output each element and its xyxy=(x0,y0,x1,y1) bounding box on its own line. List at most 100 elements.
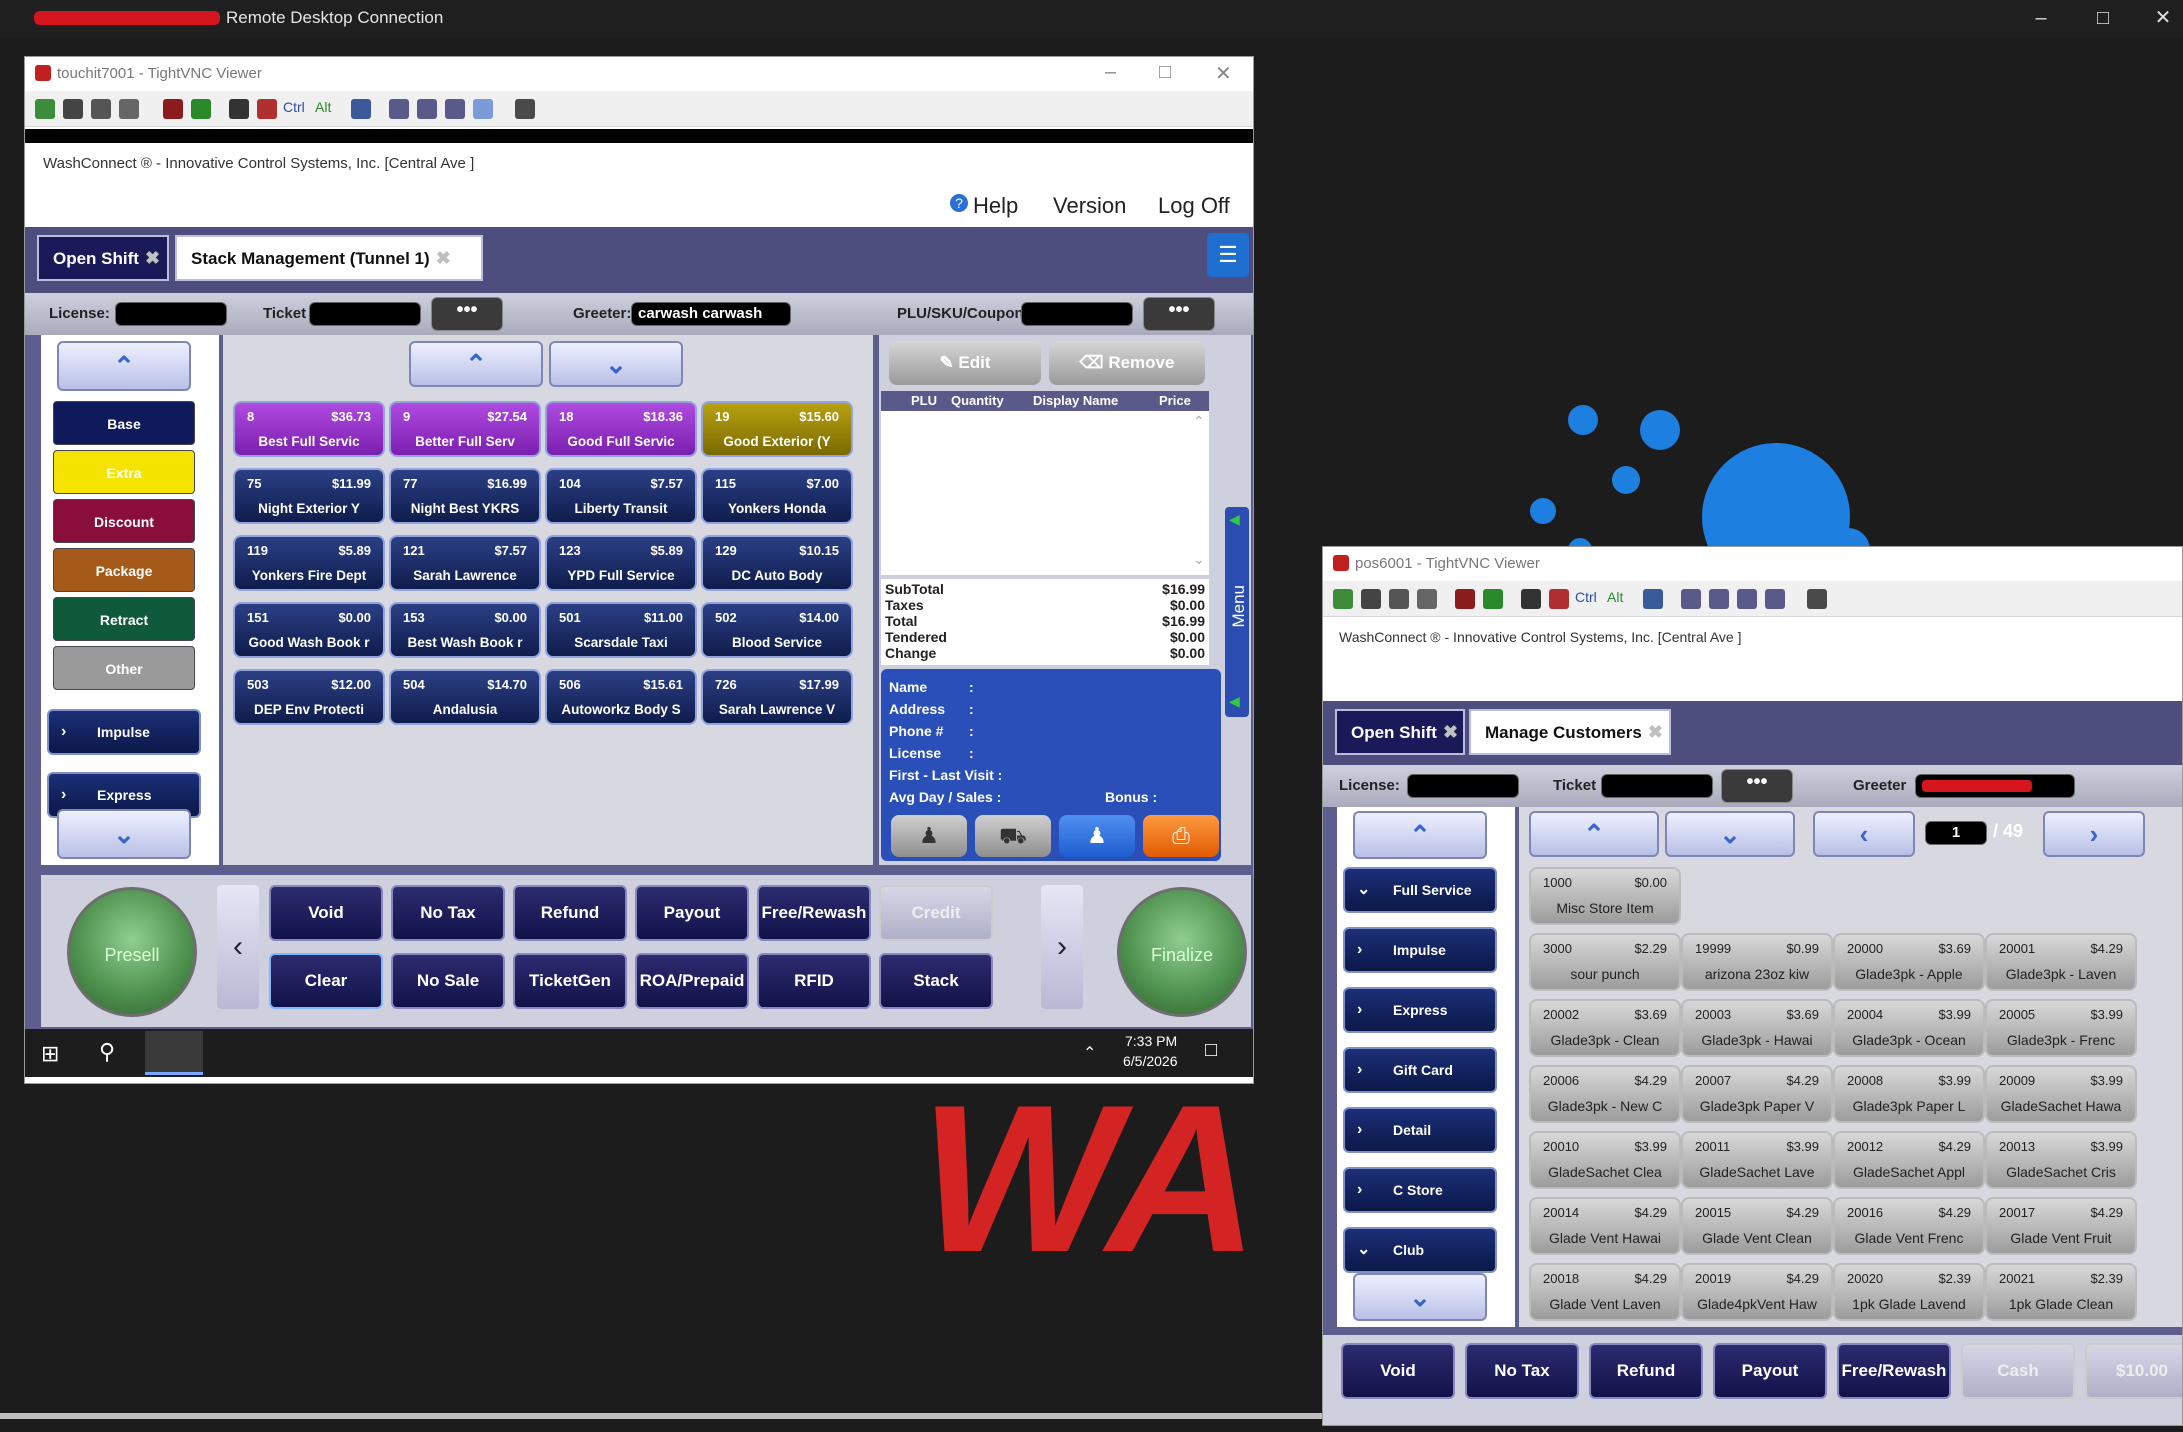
new-connection-icon[interactable] xyxy=(35,99,55,119)
version-link[interactable]: Version xyxy=(1053,193,1126,219)
plu-lookup-button[interactable]: ••• xyxy=(1143,297,1215,331)
vehicle-icon[interactable]: ⛟ xyxy=(975,815,1051,857)
category-express[interactable]: › Express xyxy=(1343,987,1497,1033)
product-button[interactable]: 20018 $4.29 Glade Vent Laven xyxy=(1529,1263,1681,1321)
credit-button[interactable]: Credit xyxy=(879,885,993,941)
category-c-store[interactable]: › C Store xyxy=(1343,1167,1497,1213)
ticket-lookup-button[interactable]: ••• xyxy=(431,297,503,331)
sale-items-grid[interactable]: ⌃ ⌄ xyxy=(881,411,1209,575)
category-club[interactable]: ⌄ Club xyxy=(1343,1227,1497,1273)
save-icon[interactable] xyxy=(1361,589,1381,609)
ticket-field[interactable] xyxy=(1601,774,1713,798)
category-other[interactable]: Other xyxy=(53,646,195,690)
new-connection-icon[interactable] xyxy=(1333,589,1353,609)
no-tax-button[interactable]: No Tax xyxy=(1465,1343,1579,1399)
maximize-icon[interactable]: □ xyxy=(2086,4,2120,32)
alt-icon[interactable]: Alt xyxy=(1607,589,1623,605)
tab-manage-customers[interactable]: Manage Customers ✖ xyxy=(1469,709,1671,755)
close-tab-icon[interactable]: ✖ xyxy=(1443,722,1458,742)
category-detail[interactable]: › Detail xyxy=(1343,1107,1497,1153)
finalize-button[interactable]: Finalize xyxy=(1117,887,1247,1017)
greeter-field[interactable] xyxy=(1915,774,2075,798)
minimize-icon[interactable]: – xyxy=(2024,4,2058,32)
payout-button[interactable]: Payout xyxy=(1713,1343,1827,1399)
info-icon[interactable] xyxy=(1417,589,1437,609)
free-rewash-button[interactable]: Free/Rewash xyxy=(1837,1343,1951,1399)
send-keys-icon[interactable] xyxy=(229,99,249,119)
ctrl-alt-del-icon[interactable] xyxy=(257,99,277,119)
edit-button[interactable]: ✎ Edit xyxy=(889,341,1041,385)
category-impulse[interactable]: › Impulse xyxy=(1343,927,1497,973)
actions-next-button[interactable]: › xyxy=(1041,885,1083,1009)
notification-icon[interactable]: □ xyxy=(1205,1039,1217,1062)
product-button[interactable]: 1000 $0.00 Misc Store Item xyxy=(1529,867,1681,925)
product-button[interactable]: 77 $16.99 Night Best YKRS xyxy=(389,468,541,524)
product-button[interactable]: 20001 $4.29 Glade3pk - Laven xyxy=(1985,933,2137,991)
greeter-field[interactable]: carwash carwash xyxy=(631,302,791,326)
product-button[interactable]: 151 $0.00 Good Wash Book r xyxy=(233,602,385,658)
free-rewash-button[interactable]: Free/Rewash xyxy=(757,885,871,941)
no-sale-button[interactable]: No Sale xyxy=(391,953,505,1009)
close-icon[interactable]: ✕ xyxy=(1215,61,1232,86)
product-button[interactable]: 20010 $3.99 GladeSachet Clea xyxy=(1529,1131,1681,1189)
start-icon[interactable]: ⊞ xyxy=(41,1041,59,1067)
hamburger-menu-icon[interactable]: ☰ xyxy=(1207,233,1249,277)
fullscreen-icon[interactable] xyxy=(1807,589,1827,609)
category-base[interactable]: Base xyxy=(53,401,195,445)
payout-button[interactable]: Payout xyxy=(635,885,749,941)
help-link[interactable]: Help xyxy=(973,193,1018,219)
product-button[interactable]: 20008 $3.99 Glade3pk Paper L xyxy=(1833,1065,1985,1123)
product-button[interactable]: 20002 $3.69 Glade3pk - Clean xyxy=(1529,999,1681,1057)
remove-button[interactable]: ⌫ Remove xyxy=(1049,341,1205,385)
product-button[interactable]: 20015 $4.29 Glade Vent Clean xyxy=(1681,1197,1833,1255)
product-button[interactable]: 20007 $4.29 Glade3pk Paper V xyxy=(1681,1065,1833,1123)
product-button[interactable]: 18 $18.36 Good Full Servic xyxy=(545,401,697,457)
fullscreen-icon[interactable] xyxy=(515,99,535,119)
minimize-icon[interactable]: – xyxy=(1105,61,1116,84)
void-button[interactable]: Void xyxy=(1341,1343,1455,1399)
product-scroll-down-button[interactable]: ⌄ xyxy=(549,341,683,387)
category-scroll-down-button[interactable]: ⌄ xyxy=(57,809,191,859)
license-field[interactable] xyxy=(115,302,227,326)
ctrl-icon[interactable]: Ctrl xyxy=(1575,589,1597,605)
stack-button[interactable]: Stack xyxy=(879,953,993,1009)
options-icon[interactable] xyxy=(1389,589,1409,609)
save-icon[interactable] xyxy=(63,99,83,119)
zoom-out-icon[interactable] xyxy=(1709,589,1729,609)
ctrl-alt-del-icon[interactable] xyxy=(1549,589,1569,609)
maximize-icon[interactable]: □ xyxy=(1159,61,1171,84)
product-button[interactable]: 19999 $0.99 arizona 23oz kiw xyxy=(1681,933,1833,991)
product-button[interactable]: 726 $17.99 Sarah Lawrence V xyxy=(701,669,853,725)
page-current[interactable]: 1 xyxy=(1925,821,1987,845)
category-gift-card[interactable]: › Gift Card xyxy=(1343,1047,1497,1093)
product-button[interactable]: 8 $36.73 Best Full Servic xyxy=(233,401,385,457)
search-icon[interactable]: ⚲ xyxy=(99,1039,115,1065)
washconnect-taskbar-icon[interactable] xyxy=(145,1031,203,1075)
product-button[interactable]: 9 $27.54 Better Full Serv xyxy=(389,401,541,457)
category-scroll-up-button[interactable]: ⌃ xyxy=(57,341,191,391)
customer-lookup-icon[interactable]: ♟ xyxy=(891,815,967,857)
ticketgen-button[interactable]: TicketGen xyxy=(513,953,627,1009)
person-add-icon[interactable]: ♟ xyxy=(1059,815,1135,857)
product-button[interactable]: 20003 $3.69 Glade3pk - Hawai xyxy=(1681,999,1833,1057)
category-scroll-down-button[interactable]: ⌄ xyxy=(1353,1273,1487,1321)
cash-button[interactable]: Cash xyxy=(1961,1343,2075,1399)
presell-button[interactable]: Presell xyxy=(67,887,197,1017)
actions-prev-button[interactable]: ‹ xyxy=(217,885,259,1009)
category-extra[interactable]: Extra xyxy=(53,450,195,494)
product-button[interactable]: 153 $0.00 Best Wash Book r xyxy=(389,602,541,658)
refresh-icon[interactable] xyxy=(191,99,211,119)
page-next-button[interactable]: › xyxy=(2043,811,2145,857)
product-button[interactable]: 20000 $3.69 Glade3pk - Apple xyxy=(1833,933,1985,991)
10-00-button[interactable]: $10.00 xyxy=(2085,1343,2182,1399)
zoom-100-icon[interactable] xyxy=(445,99,465,119)
transfer-icon[interactable] xyxy=(351,99,371,119)
chevron-up-icon[interactable]: ⌃ xyxy=(1083,1043,1096,1063)
send-keys-icon[interactable] xyxy=(1521,589,1541,609)
product-button[interactable]: 129 $10.15 DC Auto Body xyxy=(701,535,853,591)
product-button[interactable]: 501 $11.00 Scarsdale Taxi xyxy=(545,602,697,658)
category-retract[interactable]: Retract xyxy=(53,597,195,641)
close-tab-icon[interactable]: ✖ xyxy=(436,248,451,268)
product-button[interactable]: 121 $7.57 Sarah Lawrence xyxy=(389,535,541,591)
tab-open-shift[interactable]: Open Shift ✖ xyxy=(1335,709,1465,755)
